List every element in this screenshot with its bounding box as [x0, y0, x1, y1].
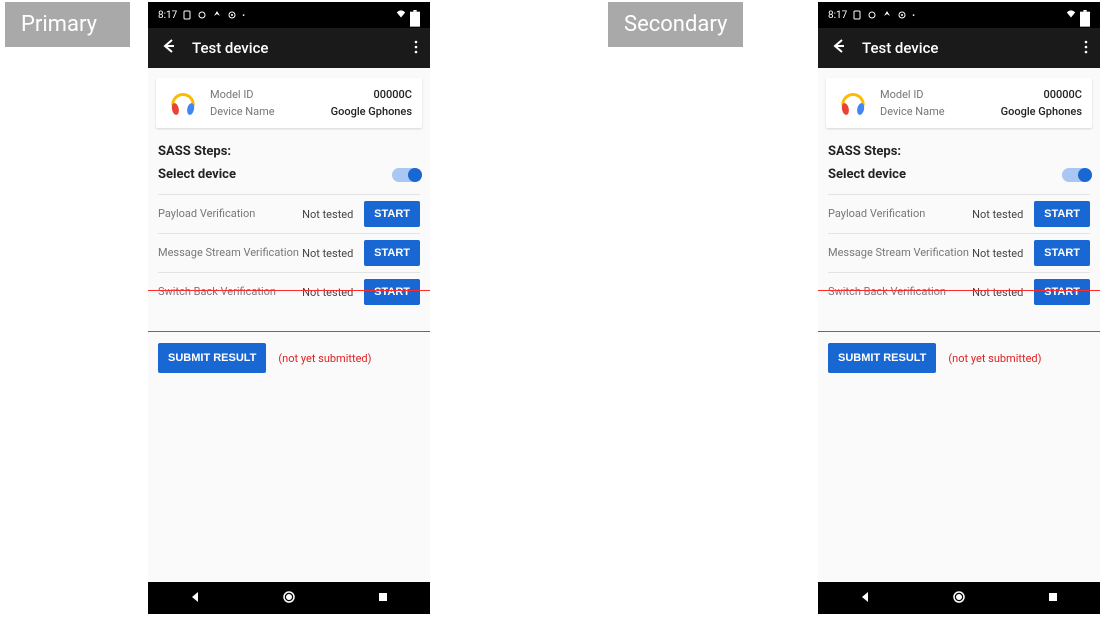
test-status: Not tested: [972, 286, 1034, 299]
start-button-message-stream[interactable]: START: [364, 240, 420, 266]
page-title: Test device: [862, 39, 938, 57]
model-id-value: 00000C: [374, 88, 412, 101]
test-name: Payload Verification: [828, 207, 972, 220]
select-device-toggle[interactable]: [392, 168, 420, 182]
test-row-message-stream: Message Stream Verification Not tested S…: [828, 233, 1090, 272]
status-dot-icon: •: [242, 11, 245, 20]
status-bar: 8:17 •: [148, 2, 430, 28]
test-status: Not tested: [302, 247, 364, 260]
model-id-label: Model ID: [210, 88, 254, 101]
status-icon-3: [212, 10, 222, 20]
start-button-switch-back[interactable]: START: [1034, 279, 1090, 305]
test-status: Not tested: [972, 208, 1034, 221]
test-row-message-stream: Message Stream Verification Not tested S…: [158, 233, 420, 272]
sass-steps-title: SASS Steps:: [158, 144, 420, 159]
submit-status: (not yet submitted): [278, 352, 371, 365]
gear-icon: [227, 10, 237, 20]
device-name-label: Device Name: [210, 105, 275, 118]
phone-primary: 8:17 • Test device Model: [148, 2, 430, 614]
test-name: Message Stream Verification: [158, 246, 302, 259]
select-device-toggle[interactable]: [1062, 168, 1090, 182]
label-secondary: Secondary: [608, 2, 743, 47]
submit-result-button[interactable]: SUBMIT RESULT: [828, 343, 936, 373]
status-bar: 8:17 •: [818, 2, 1100, 28]
sass-steps-title: SASS Steps:: [828, 144, 1090, 159]
battery-icon: [1080, 10, 1090, 20]
app-bar: Test device: [818, 28, 1100, 68]
nav-recent-icon[interactable]: [376, 589, 390, 608]
nav-home-icon[interactable]: [952, 589, 966, 608]
page-title: Test device: [192, 39, 268, 57]
gear-icon: [897, 10, 907, 20]
nav-bar: [148, 582, 430, 614]
nav-back-icon[interactable]: [858, 589, 872, 608]
test-name: Payload Verification: [158, 207, 302, 220]
start-button-switch-back[interactable]: START: [364, 279, 420, 305]
test-name: Switch Back Verification: [158, 285, 302, 298]
device-name-value: Google Gphones: [331, 105, 412, 118]
test-name: Switch Back Verification: [828, 285, 972, 298]
test-row-switch-back: Switch Back Verification Not tested STAR…: [158, 272, 420, 311]
start-button-message-stream[interactable]: START: [1034, 240, 1090, 266]
status-time: 8:17: [828, 10, 847, 21]
nav-bar: [818, 582, 1100, 614]
status-time: 8:17: [158, 10, 177, 21]
wifi-icon: [1066, 10, 1076, 20]
select-device-label: Select device: [158, 167, 236, 182]
test-status: Not tested: [302, 208, 364, 221]
wifi-icon: [396, 10, 406, 20]
nav-back-icon[interactable]: [188, 589, 202, 608]
device-card: Model ID 00000C Device Name Google Gphon…: [156, 78, 422, 128]
status-dot-icon: •: [912, 11, 915, 20]
device-name-value: Google Gphones: [1001, 105, 1082, 118]
status-icon-3: [882, 10, 892, 20]
select-device-label: Select device: [828, 167, 906, 182]
test-name: Message Stream Verification: [828, 246, 972, 259]
nav-recent-icon[interactable]: [1046, 589, 1060, 608]
label-primary: Primary: [5, 2, 130, 47]
model-id-label: Model ID: [880, 88, 924, 101]
back-arrow-icon[interactable]: [830, 38, 846, 58]
test-status: Not tested: [302, 286, 364, 299]
more-menu-icon[interactable]: [414, 39, 418, 58]
test-row-switch-back: Switch Back Verification Not tested STAR…: [828, 272, 1090, 311]
submit-status: (not yet submitted): [948, 352, 1041, 365]
more-menu-icon[interactable]: [1084, 39, 1088, 58]
battery-icon: [410, 10, 420, 20]
submit-result-button[interactable]: SUBMIT RESULT: [158, 343, 266, 373]
test-status: Not tested: [972, 247, 1034, 260]
model-id-value: 00000C: [1044, 88, 1082, 101]
test-row-payload: Payload Verification Not tested START: [158, 194, 420, 233]
nav-home-icon[interactable]: [282, 589, 296, 608]
status-icon-1: [852, 10, 862, 20]
app-bar: Test device: [148, 28, 430, 68]
test-row-payload: Payload Verification Not tested START: [828, 194, 1090, 233]
headphone-icon: [836, 86, 870, 120]
start-button-payload[interactable]: START: [364, 201, 420, 227]
phone-secondary: 8:17 • Test device Model: [818, 2, 1100, 614]
status-icon-2: [197, 10, 207, 20]
device-name-label: Device Name: [880, 105, 945, 118]
device-card: Model ID 00000C Device Name Google Gphon…: [826, 78, 1092, 128]
status-icon-2: [867, 10, 877, 20]
headphone-icon: [166, 86, 200, 120]
back-arrow-icon[interactable]: [160, 38, 176, 58]
status-icon-1: [182, 10, 192, 20]
start-button-payload[interactable]: START: [1034, 201, 1090, 227]
